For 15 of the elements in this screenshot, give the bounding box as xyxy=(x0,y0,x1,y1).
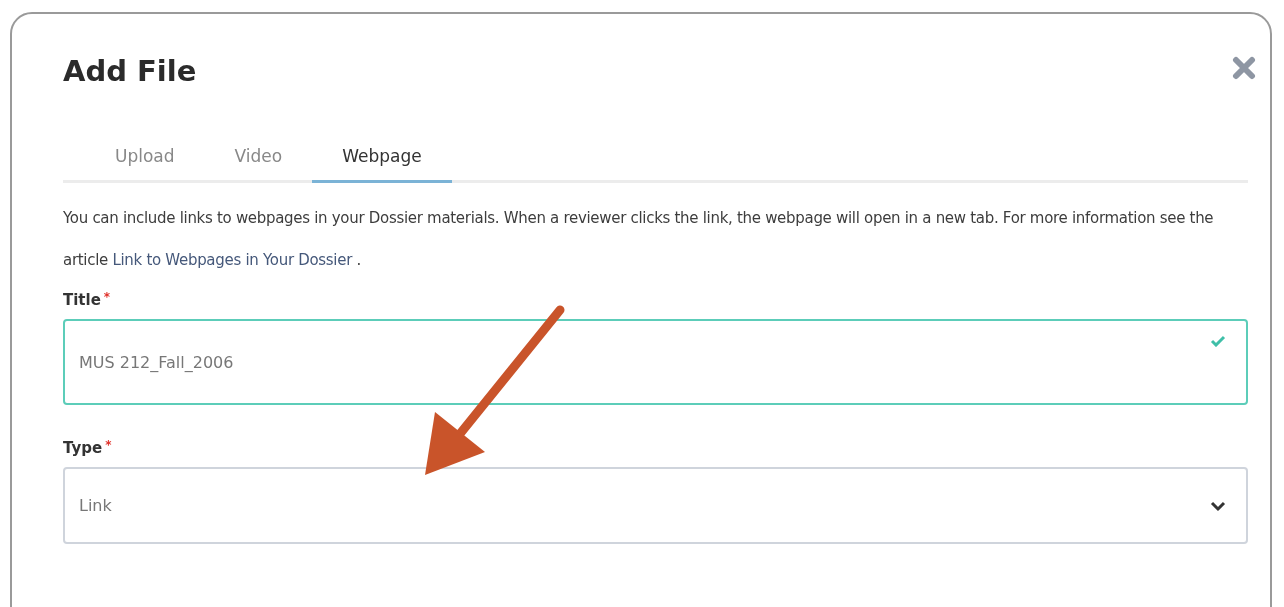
field-label: Type * xyxy=(63,439,112,457)
required-mark: * xyxy=(103,291,111,306)
tab[interactable]: Upload xyxy=(85,140,205,183)
required-mark: * xyxy=(105,439,112,454)
chevron-down-icon xyxy=(1210,499,1226,512)
tab[interactable]: Video xyxy=(204,140,313,183)
check-icon xyxy=(1210,335,1226,347)
field-label: Title * xyxy=(63,291,111,309)
close-icon[interactable] xyxy=(1232,56,1256,80)
tab[interactable]: Webpage xyxy=(312,140,452,183)
article-link[interactable]: Link to Webpages in Your Dossier xyxy=(112,251,353,269)
dialog-title: Add File xyxy=(63,53,197,88)
description-text: You can include links to webpages in your Dossier materials. When a reviewer clicks the link, the webpage will open in a new tab. For more information see the article Link to Webpages in Your Dossier . xyxy=(63,208,1215,271)
type-dropdown[interactable]: Link xyxy=(63,467,1248,544)
title-field[interactable]: MUS 212_Fall_2006 xyxy=(63,319,1248,405)
